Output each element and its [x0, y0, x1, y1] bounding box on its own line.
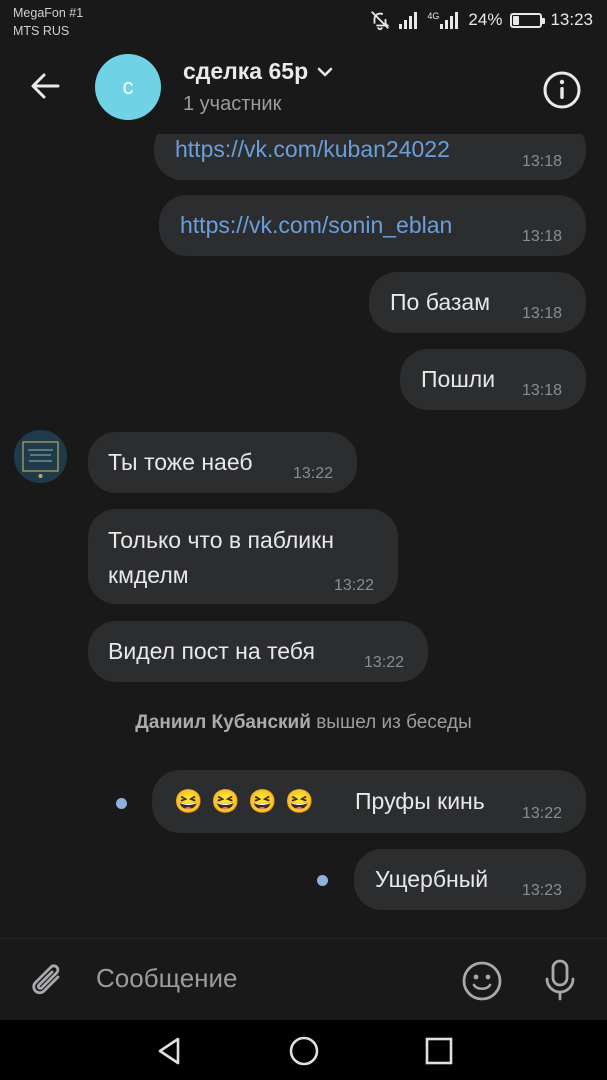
message-time: 13:18	[522, 228, 563, 245]
system-message: Даниил Кубанский вышел из беседы	[0, 712, 607, 734]
message-bubble-outgoing[interactable]: По базам 13:18	[369, 272, 586, 333]
message-link[interactable]: https://vk.com/sonin_eblan	[180, 208, 452, 243]
message-bubble-incoming[interactable]: Видел пост на тебя 13:22	[88, 621, 428, 682]
message-bubble-outgoing[interactable]: https://vk.com/kuban24022 13:18	[154, 134, 586, 180]
message-time: 13:18	[522, 382, 563, 399]
message-time: 13:22	[293, 465, 334, 482]
message-bubble-outgoing[interactable]: Пошли 13:18	[400, 349, 586, 410]
message-time: 13:18	[522, 153, 563, 170]
system-message-text: вышел из беседы	[316, 712, 472, 733]
sender-avatar-image	[14, 430, 67, 483]
info-button[interactable]	[540, 68, 584, 112]
arrow-left-icon	[31, 73, 60, 99]
message-text: По базам	[390, 289, 491, 315]
signal-4g-icon: 4G	[427, 11, 460, 29]
message-text-line: кмделм	[108, 562, 189, 588]
attach-button[interactable]	[28, 959, 68, 1003]
mute-icon	[369, 9, 391, 31]
message-bubble-outgoing[interactable]: Ущербный 13:23	[354, 849, 586, 910]
unread-dot	[116, 798, 127, 809]
unread-dot	[317, 875, 328, 886]
carrier-secondary: MTS RUS	[13, 24, 70, 38]
microphone-icon	[545, 959, 575, 1001]
message-feed[interactable]: https://vk.com/kuban24022 13:18 https://…	[0, 134, 607, 938]
message-input[interactable]: Сообщение	[96, 963, 238, 994]
system-message-user[interactable]: Даниил Кубанский	[135, 712, 311, 733]
square-recents-icon	[425, 1037, 453, 1065]
voice-record-button[interactable]	[540, 957, 580, 1003]
message-time: 13:22	[522, 805, 563, 822]
smile-icon	[462, 961, 502, 1001]
system-navigation-bar	[0, 1020, 607, 1080]
sender-avatar[interactable]	[14, 430, 67, 483]
emoji-button[interactable]	[460, 959, 504, 1003]
message-time: 13:22	[364, 654, 405, 671]
status-icons: 4G 24% 13:23	[369, 8, 593, 32]
battery-icon	[510, 12, 546, 28]
network-type-label: 4G	[427, 11, 440, 21]
info-icon	[543, 71, 581, 109]
message-text: Видел пост на тебя	[108, 638, 315, 664]
message-time: 13:23	[522, 882, 563, 899]
message-bubble-incoming[interactable]: Ты тоже наеб 13:22	[88, 432, 357, 493]
message-text: Пруфы кинь	[355, 788, 485, 814]
triangle-back-icon	[158, 1037, 180, 1065]
message-composer: Сообщение	[0, 938, 607, 1021]
circle-home-icon	[289, 1036, 319, 1066]
paperclip-icon	[32, 964, 60, 995]
message-bubble-incoming[interactable]: Только что в пабликн кмделм 13:22	[88, 509, 398, 604]
chat-title-row[interactable]: сделка 65р	[183, 58, 334, 85]
message-text: Ущербный	[375, 866, 489, 892]
clock: 13:23	[550, 10, 593, 29]
nav-recents-button[interactable]	[422, 1034, 456, 1068]
chat-members-count: 1 участник	[183, 93, 282, 115]
signal-icon	[399, 11, 419, 29]
battery-percent: 24%	[468, 10, 503, 29]
status-bar: MegaFon #1 MTS RUS 4G 24% 13:23	[0, 0, 607, 44]
message-bubble-outgoing[interactable]: 😆 😆 😆 😆 Пруфы кинь 13:22	[152, 770, 586, 833]
message-text: Пошли	[421, 366, 496, 392]
message-link[interactable]: https://vk.com/kuban24022	[175, 134, 450, 167]
carrier-primary: MegaFon #1	[13, 6, 84, 20]
nav-back-button[interactable]	[152, 1034, 186, 1068]
message-time: 13:18	[522, 305, 563, 322]
message-text: Ты тоже наеб	[108, 449, 253, 475]
chevron-down-icon[interactable]	[316, 66, 334, 78]
message-text-line: Только что в пабликн	[108, 527, 334, 553]
chat-header: с сделка 65р 1 участник	[0, 44, 607, 134]
back-button[interactable]	[26, 66, 66, 106]
message-bubble-outgoing[interactable]: https://vk.com/sonin_eblan 13:18	[159, 195, 586, 256]
chat-avatar[interactable]: с	[95, 54, 161, 120]
nav-home-button[interactable]	[287, 1034, 321, 1068]
message-emoji: 😆 😆 😆 😆	[174, 788, 315, 814]
chat-title[interactable]: сделка 65р	[183, 58, 308, 85]
message-time: 13:22	[334, 577, 375, 594]
